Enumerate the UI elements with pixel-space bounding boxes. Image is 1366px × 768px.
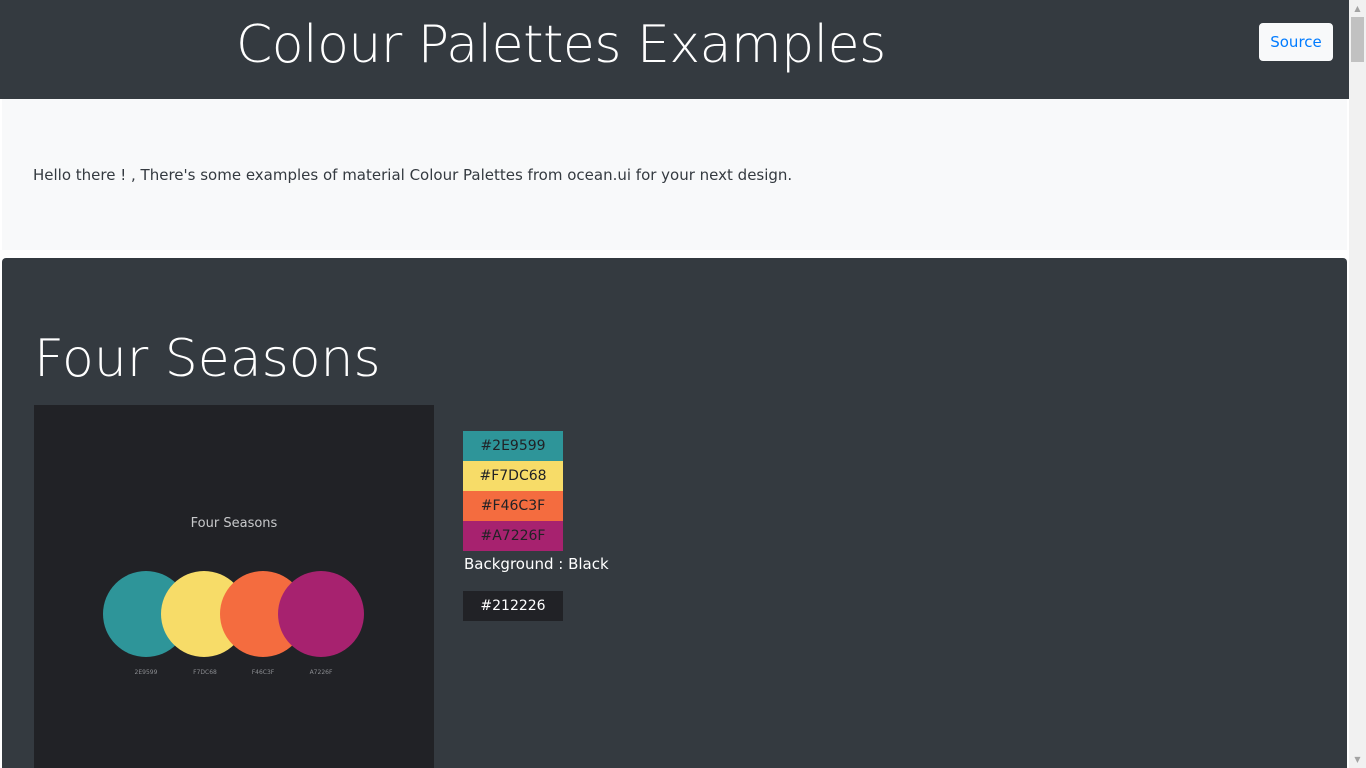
- preview-title: Four Seasons: [190, 516, 278, 531]
- preview-circle-4: [278, 571, 364, 657]
- page: Colour Palettes Examples Source Hello th…: [0, 0, 1349, 768]
- color-swatch-3: #F46C3F: [463, 491, 563, 521]
- intro-text: Hello there ! , There's some examples of…: [33, 166, 793, 184]
- background-color-swatch: #212226: [463, 591, 563, 621]
- palette-card: Four Seasons Four Seasons 2E9599 F7DC68 …: [2, 258, 1347, 768]
- color-swatch-4: #A7226F: [463, 521, 563, 551]
- color-swatch-1: #2E9599: [463, 431, 563, 461]
- palette-title: Four Seasons: [34, 329, 381, 389]
- scroll-up-arrow-icon[interactable]: ▲: [1349, 0, 1366, 17]
- palette-preview-image: Four Seasons 2E9599 F7DC68 F46C3F A7226F: [34, 405, 434, 768]
- top-navbar: Colour Palettes Examples Source: [0, 0, 1349, 99]
- background-label: Background : Black: [464, 555, 609, 573]
- preview-circle-label-2: F7DC68: [193, 669, 217, 676]
- preview-circle-label-3: F46C3F: [251, 669, 275, 676]
- intro-jumbotron: Hello there ! , There's some examples of…: [2, 99, 1347, 250]
- source-button[interactable]: Source: [1259, 23, 1333, 61]
- preview-circle-label-1: 2E9599: [134, 669, 158, 676]
- vertical-scrollbar[interactable]: ▲ ▼: [1349, 0, 1366, 768]
- preview-circle-label-4: A7226F: [309, 669, 333, 676]
- scrollbar-thumb[interactable]: [1351, 17, 1364, 62]
- color-swatch-2: #F7DC68: [463, 461, 563, 491]
- page-title: Colour Palettes Examples: [236, 15, 886, 75]
- scroll-down-arrow-icon[interactable]: ▼: [1349, 751, 1366, 768]
